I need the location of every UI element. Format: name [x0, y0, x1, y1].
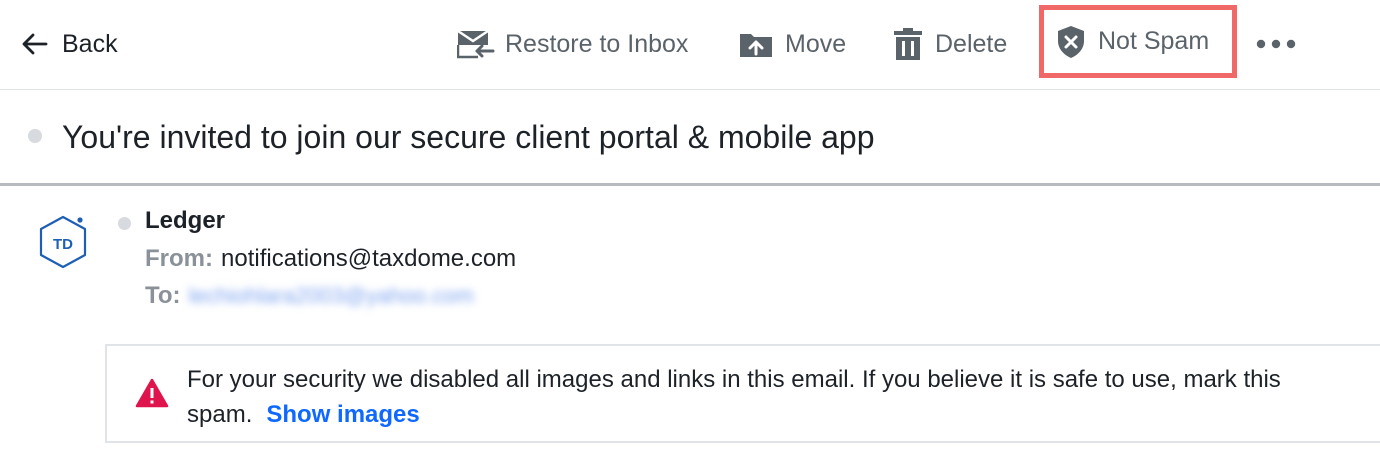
- trash-icon: [893, 28, 923, 60]
- sender-status-dot-icon: [118, 217, 131, 230]
- avatar-initials: TD: [53, 236, 73, 253]
- message-toolbar: Back Restore to Inbox Move Delete Not Sp…: [0, 0, 1380, 90]
- to-address[interactable]: lechiohlara2003@yahoo.com: [189, 283, 474, 308]
- to-label: To:: [145, 282, 181, 309]
- not-spam-button[interactable]: Not Spam: [1039, 5, 1237, 78]
- from-address[interactable]: notifications@taxdome.com: [221, 245, 516, 272]
- from-label: From:: [145, 245, 213, 272]
- restore-to-inbox-button[interactable]: Restore to Inbox: [457, 0, 688, 88]
- email-subject: You're invited to join our secure client…: [62, 118, 875, 155]
- restore-label: Restore to Inbox: [505, 29, 689, 58]
- sender-name[interactable]: Ledger: [145, 207, 225, 235]
- notice-line-2-text: spam.: [187, 401, 253, 428]
- move-folder-icon: [739, 30, 773, 58]
- restore-mail-icon: [457, 29, 495, 59]
- sender-avatar: TD: [36, 212, 94, 276]
- arrow-left-icon: [20, 32, 48, 56]
- to-line: To: lechiohlara2003@yahoo.com: [145, 282, 474, 310]
- subject-row: You're invited to join our secure client…: [0, 91, 1380, 186]
- back-button[interactable]: Back: [20, 0, 118, 88]
- back-label: Back: [62, 29, 118, 58]
- from-line: From: notifications@taxdome.com: [145, 245, 516, 273]
- more-actions-button[interactable]: [1256, 0, 1296, 88]
- move-button[interactable]: Move: [739, 0, 846, 88]
- more-horizontal-icon: [1256, 39, 1296, 49]
- notice-line-1: For your security we disabled all images…: [187, 366, 1281, 393]
- security-notice-text: For your security we disabled all images…: [187, 362, 1281, 432]
- not-spam-label: Not Spam: [1098, 27, 1210, 55]
- unread-dot-icon[interactable]: [28, 129, 42, 143]
- delete-label: Delete: [935, 29, 1008, 58]
- security-notice: For your security we disabled all images…: [105, 344, 1380, 443]
- warning-triangle-icon: [135, 378, 169, 413]
- shield-x-icon: [1056, 25, 1086, 59]
- notice-line-2: spam. Show images: [187, 397, 1281, 432]
- delete-button[interactable]: Delete: [893, 0, 1007, 88]
- show-images-link[interactable]: Show images: [266, 401, 419, 428]
- move-label: Move: [785, 29, 847, 58]
